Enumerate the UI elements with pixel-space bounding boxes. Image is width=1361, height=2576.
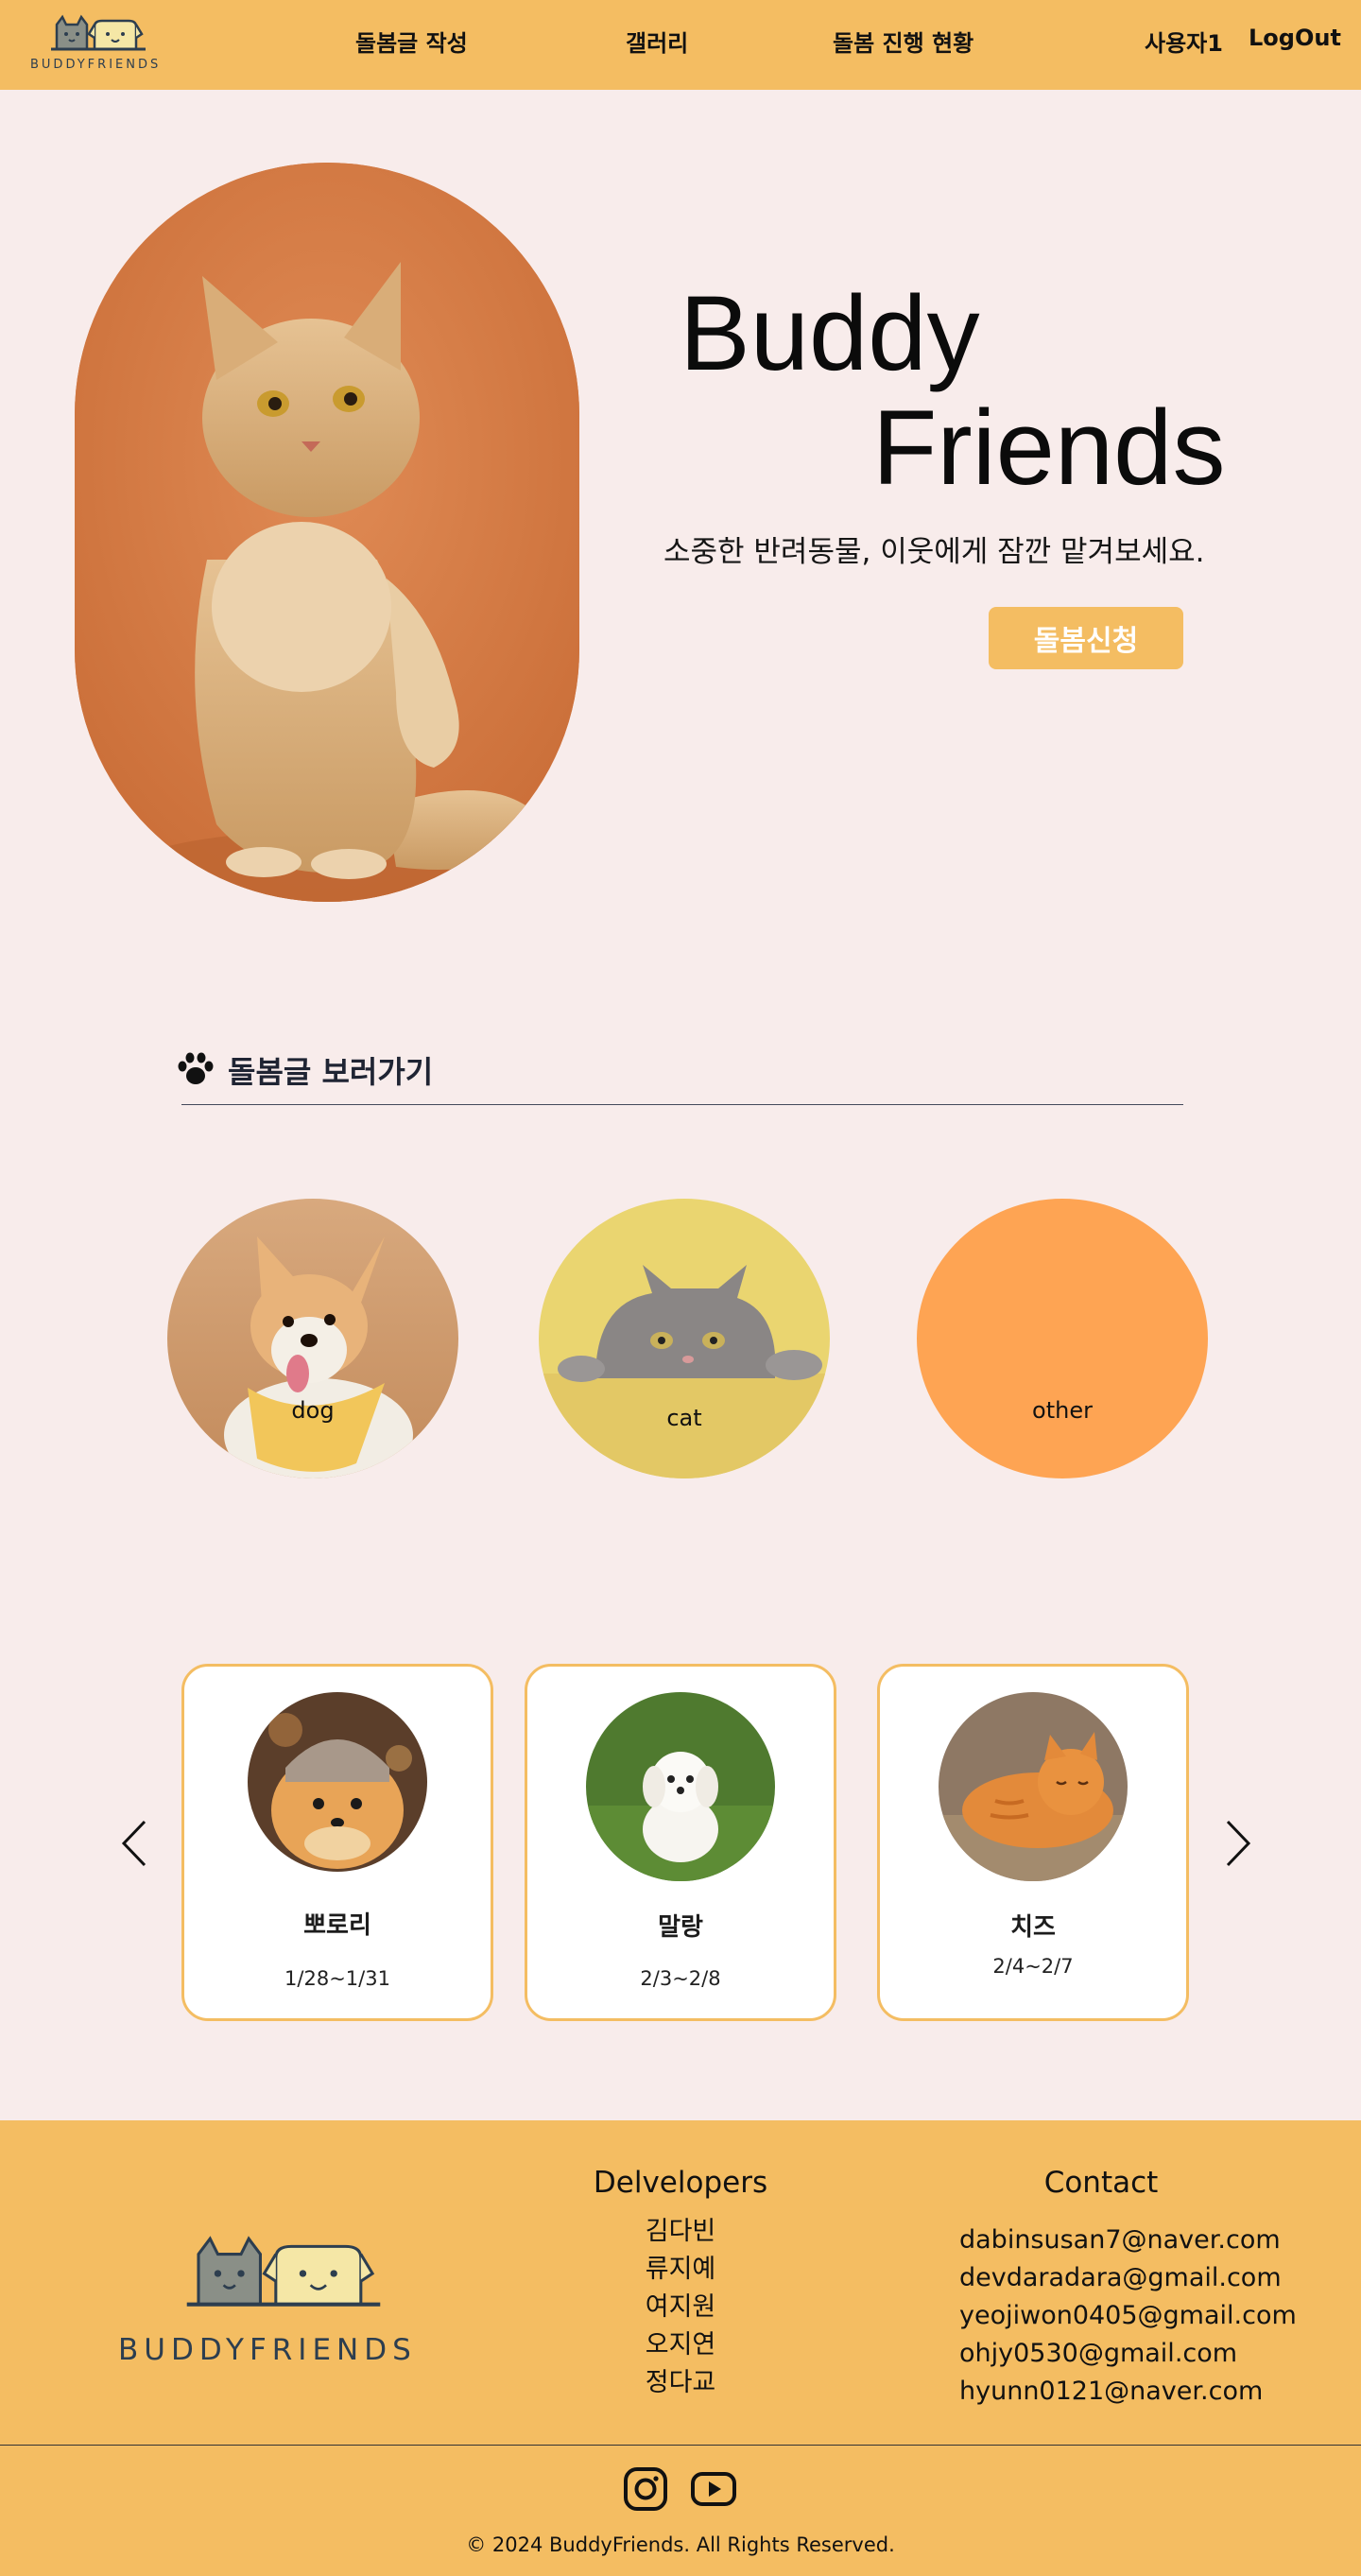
site-header: BUDDYFRIENDS 돌봄글 작성 갤러리 돌봄 진행 현황 사용자1 Lo…: [0, 0, 1361, 90]
developer-name: 오지연: [645, 2330, 716, 2360]
pet-dates: 2/3~2/8: [640, 1967, 721, 1990]
pet-name: 치즈: [1010, 1913, 1056, 1942]
instagram-icon[interactable]: [622, 2465, 669, 2513]
pet-card[interactable]: 치즈 2/4~2/7: [877, 1664, 1189, 2021]
contact-email[interactable]: hyunn0121@naver.com: [959, 2373, 1297, 2411]
carousel-prev-icon[interactable]: [120, 1819, 148, 1868]
pet-dates: 2/4~2/7: [992, 1955, 1074, 1978]
category-cat-label: cat: [666, 1405, 702, 1431]
site-footer: BUDDYFRIENDS Delvelopers 김다빈 류지예 여지원 오지연…: [0, 2120, 1361, 2576]
category-dog[interactable]: dog: [167, 1199, 458, 1478]
pet-photo: [586, 1692, 775, 1881]
contact-email[interactable]: yeojiwon0405@gmail.com: [959, 2297, 1297, 2335]
category-cat[interactable]: cat: [539, 1199, 830, 1478]
developer-name: 김다빈: [645, 2217, 716, 2246]
buddy-logo-icon: [51, 14, 146, 51]
contact-email[interactable]: devdaradara@gmail.com: [959, 2259, 1297, 2297]
contact-title: Contact: [1043, 2166, 1159, 2200]
pet-name: 말랑: [658, 1913, 703, 1942]
nav-gallery[interactable]: 갤러리: [626, 25, 688, 58]
dog-photo: [167, 1199, 458, 1478]
carousel-next-icon[interactable]: [1224, 1819, 1252, 1868]
buddy-logo-icon: [186, 2236, 381, 2307]
developer-name: 여지원: [645, 2292, 716, 2322]
footer-divider: [0, 2445, 1361, 2446]
hero-cat-photo: [75, 163, 579, 902]
user-name[interactable]: 사용자1: [1145, 25, 1223, 58]
paw-icon: [178, 1052, 214, 1084]
pet-photo: [939, 1692, 1128, 1881]
pet-card[interactable]: 뽀로리 1/28~1/31: [181, 1664, 493, 2021]
category-other-label: other: [1032, 1397, 1093, 1424]
copyright: © 2024 BuddyFriends. All Rights Reserved…: [466, 2533, 895, 2556]
pet-dates: 1/28~1/31: [284, 1967, 390, 1990]
logout-button[interactable]: LogOut: [1249, 25, 1341, 51]
contact-email[interactable]: dabinsusan7@naver.com: [959, 2222, 1297, 2259]
pet-card[interactable]: 말랑 2/3~2/8: [525, 1664, 836, 2021]
hero-title-line2: Friends: [872, 389, 1226, 507]
pet-name: 뽀로리: [303, 1911, 371, 1940]
cat-photo: [539, 1199, 830, 1478]
developers-title: Delvelopers: [593, 2166, 768, 2200]
hero-subtitle: 소중한 반려동물, 이웃에게 잠깐 맡겨보세요.: [663, 535, 1205, 569]
contact-email[interactable]: ohjy0530@gmail.com: [959, 2335, 1297, 2373]
pet-photo: [248, 1692, 427, 1872]
category-other[interactable]: other: [917, 1199, 1208, 1478]
nav-write-post[interactable]: 돌봄글 작성: [355, 25, 468, 58]
nav-care-status[interactable]: 돌봄 진행 현황: [833, 25, 973, 58]
youtube-icon[interactable]: [690, 2465, 737, 2513]
section-divider: [181, 1104, 1183, 1105]
footer-logo: BUDDYFRIENDS: [118, 2231, 411, 2373]
developer-name: 정다교: [645, 2368, 716, 2397]
apply-care-button[interactable]: 돌봄신청: [989, 607, 1183, 669]
logo[interactable]: BUDDYFRIENDS: [28, 13, 170, 76]
developers-list: 김다빈 류지예 여지원 오지연 정다교: [586, 2213, 775, 2402]
contact-list: dabinsusan7@naver.com devdaradara@gmail.…: [959, 2222, 1297, 2411]
footer-logo-text: BUDDYFRIENDS: [118, 2333, 417, 2367]
category-dog-label: dog: [291, 1397, 335, 1424]
hero-title-line1: Buddy: [680, 274, 980, 392]
section-title: 돌봄글 보러가기: [228, 1054, 434, 1090]
logo-text: BUDDYFRIENDS: [30, 58, 162, 72]
developer-name: 류지예: [645, 2255, 716, 2284]
